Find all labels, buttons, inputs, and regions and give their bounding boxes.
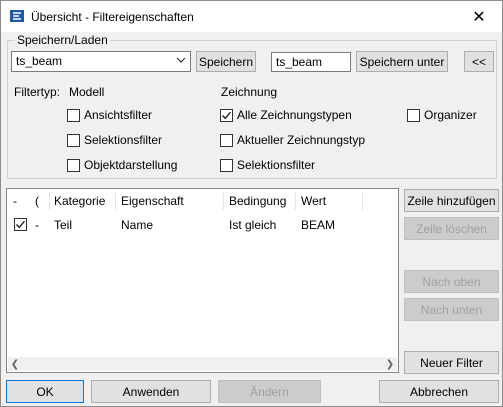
model-heading: Modell	[69, 85, 105, 99]
checkbox-current-drawing-type[interactable]: Aktueller Zeichnungstyp	[220, 133, 365, 147]
checkbox-selection-filter-model[interactable]: Selektionsfilter	[67, 133, 162, 147]
column-header-wert[interactable]: Wert	[301, 194, 326, 208]
filter-select[interactable]: ts_beam	[11, 51, 191, 72]
row-checkbox[interactable]	[14, 218, 27, 231]
column-divider[interactable]	[362, 193, 363, 210]
chevron-down-icon	[176, 57, 186, 63]
checkbox-label: Selektionsfilter	[237, 158, 316, 172]
checkbox-label: Ansichtsfilter	[84, 108, 153, 122]
move-down-button[interactable]: Nach unten	[404, 298, 499, 321]
add-row-button[interactable]: Zeile hinzufügen	[404, 189, 499, 212]
checkbox-label: Selektionsfilter	[84, 133, 163, 147]
checkbox-box	[67, 108, 80, 122]
cell-kategorie: Teil	[54, 218, 73, 232]
checkbox-object-representation[interactable]: Objektdarstellung	[67, 158, 177, 172]
filter-name-input[interactable]: ts_beam	[271, 52, 351, 72]
filter-properties-dialog: Übersicht - Filtereigenschaften ✕ Speich…	[0, 0, 503, 407]
scroll-right-icon[interactable]: ❯	[383, 357, 397, 371]
column-divider[interactable]	[223, 193, 224, 210]
column-header-bedingung[interactable]: Bedingung	[229, 194, 286, 208]
apply-button[interactable]: Anwenden	[91, 380, 211, 403]
checkbox-selection-filter-drawing[interactable]: Selektionsfilter	[220, 158, 315, 172]
checkbox-box	[67, 133, 80, 147]
close-icon: ✕	[472, 8, 486, 26]
delete-row-button[interactable]: Zeile löschen	[404, 217, 499, 240]
save-as-button[interactable]: Speichern unter	[356, 51, 448, 72]
drawing-heading: Zeichnung	[221, 85, 278, 99]
checkbox-label: Objektdarstellung	[84, 158, 178, 172]
window-title: Übersicht - Filtereigenschaften	[31, 10, 194, 24]
column-header-paren[interactable]: (	[35, 194, 39, 208]
filter-select-value: ts_beam	[16, 54, 63, 68]
checkbox-label: Aktueller Zeichnungstyp	[237, 133, 366, 147]
checkbox-view-filter[interactable]: Ansichtsfilter	[67, 108, 152, 122]
title-bar: Übersicht - Filtereigenschaften ✕	[1, 1, 502, 32]
checkbox-label: Alle Zeichnungstypen	[237, 108, 352, 122]
checkbox-organizer[interactable]: Organizer	[407, 108, 477, 122]
column-divider[interactable]	[49, 193, 50, 210]
checkbox-label: Organizer	[424, 108, 477, 122]
ok-button[interactable]: OK	[6, 380, 84, 403]
cell-wert: BEAM	[301, 218, 336, 232]
cancel-button[interactable]: Abbrechen	[379, 380, 499, 403]
filter-type-label: Filtertyp:	[14, 85, 61, 99]
cell-bedingung: Ist gleich	[229, 218, 277, 232]
check-icon	[16, 220, 26, 229]
app-icon	[10, 10, 24, 22]
save-button[interactable]: Speichern	[196, 51, 256, 72]
save-load-label: Speichern/Laden	[15, 33, 110, 47]
checkbox-all-drawing-types[interactable]: Alle Zeichnungstypen	[220, 108, 352, 122]
column-header-dash[interactable]: -	[13, 194, 17, 208]
cell-eigenschaft: Name	[121, 218, 154, 232]
checkbox-box	[67, 158, 80, 172]
filter-rules-table[interactable]: - ( Kategorie Eigenschaft Bedingung Wert…	[6, 188, 399, 373]
column-header-eigenschaft[interactable]: Eigenschaft	[121, 194, 184, 208]
row-dash: -	[35, 218, 39, 232]
modify-button[interactable]: Ändern	[218, 380, 321, 403]
new-filter-button[interactable]: Neuer Filter	[404, 351, 499, 374]
move-up-button[interactable]: Nach oben	[404, 270, 499, 293]
collapse-button[interactable]: <<	[464, 51, 494, 72]
close-button[interactable]: ✕	[456, 1, 502, 32]
checkbox-box	[407, 108, 420, 122]
check-icon	[222, 111, 232, 119]
column-divider[interactable]	[295, 193, 296, 210]
column-header-kategorie[interactable]: Kategorie	[54, 194, 105, 208]
checkbox-box	[220, 133, 233, 147]
checkbox-box	[220, 108, 233, 122]
column-divider[interactable]	[115, 193, 116, 210]
horizontal-scrollbar[interactable]: ❮ ❯	[8, 357, 397, 371]
scroll-left-icon[interactable]: ❮	[8, 357, 22, 371]
checkbox-box	[220, 158, 233, 172]
